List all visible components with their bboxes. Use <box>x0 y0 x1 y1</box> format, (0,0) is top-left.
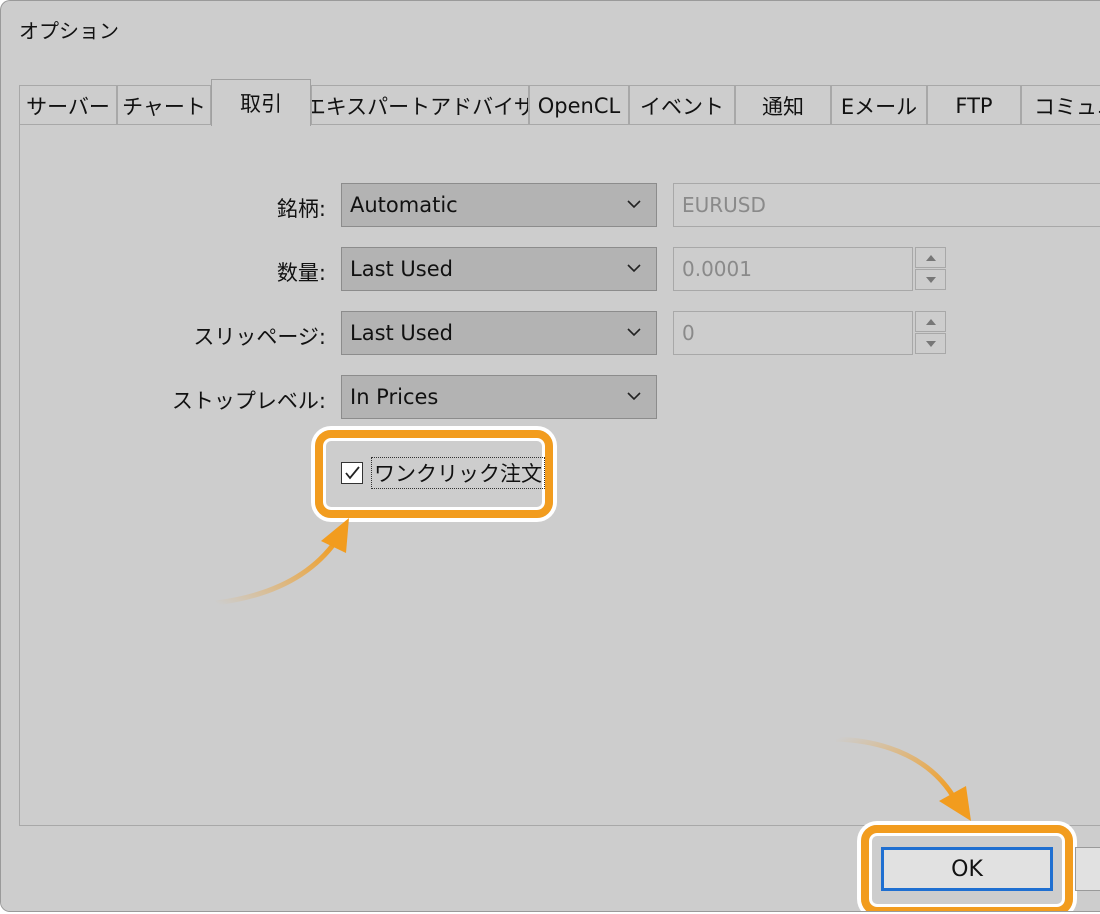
tab-chart[interactable]: チャート <box>117 85 211 125</box>
oneclick-checkbox[interactable] <box>341 462 363 484</box>
chevron-down-icon <box>627 328 641 337</box>
tab-server[interactable]: サーバー <box>19 85 117 125</box>
spin-down-button[interactable] <box>915 333 946 354</box>
chevron-down-icon <box>627 200 641 209</box>
volume-spinner[interactable] <box>915 247 946 291</box>
tab-bar: サーバー チャート 取引 エキスパートアドバイザ OpenCL イベント 通知 … <box>19 79 1100 126</box>
symbol-label: 銘柄: <box>276 197 326 221</box>
tab-ftp[interactable]: FTP <box>927 85 1021 125</box>
tab-expert-advisors[interactable]: エキスパートアドバイザ <box>311 85 529 125</box>
oneclick-checkbox-row[interactable]: ワンクリック注文 <box>341 457 545 489</box>
stoplevel-label: ストップレベル: <box>171 389 326 413</box>
slippage-label: スリッページ: <box>193 325 326 349</box>
symbol-select[interactable]: Automatic <box>341 183 657 227</box>
arrow-down-icon <box>925 276 936 283</box>
volume-select[interactable]: Last Used <box>341 247 657 291</box>
volume-select-value: Last Used <box>350 257 453 281</box>
slippage-field[interactable]: 0 <box>673 311 913 355</box>
stoplevel-select-value: In Prices <box>350 385 439 409</box>
slippage-spinner[interactable] <box>915 311 946 355</box>
tab-email[interactable]: Eメール <box>831 85 927 125</box>
ok-button[interactable]: OK <box>881 847 1053 891</box>
arrow-up-icon <box>925 254 936 261</box>
tab-opencl[interactable]: OpenCL <box>529 85 629 125</box>
chevron-down-icon <box>627 264 641 273</box>
spin-up-button[interactable] <box>915 247 946 268</box>
spin-up-button[interactable] <box>915 311 946 332</box>
checkmark-icon <box>345 466 360 480</box>
tab-trade[interactable]: 取引 <box>211 79 311 126</box>
symbol-field[interactable]: EURUSD <box>673 183 1100 227</box>
cancel-button[interactable] <box>1075 847 1100 891</box>
pointer-arrow-icon <box>835 736 971 821</box>
oneclick-label: ワンクリック注文 <box>371 457 545 489</box>
tab-notifications[interactable]: 通知 <box>735 85 831 125</box>
arrow-up-icon <box>925 318 936 325</box>
spin-down-button[interactable] <box>915 269 946 290</box>
slippage-select-value: Last Used <box>350 321 453 345</box>
symbol-select-value: Automatic <box>350 193 458 217</box>
dialog-title: オプション <box>19 19 119 43</box>
arrow-down-icon <box>925 340 936 347</box>
tab-events[interactable]: イベント <box>629 85 735 125</box>
options-dialog: オプション サーバー チャート 取引 エキスパートアドバイザ OpenCL イベ… <box>0 0 1100 912</box>
volume-label: 数量: <box>276 261 326 285</box>
chevron-down-icon <box>627 392 641 401</box>
slippage-select[interactable]: Last Used <box>341 311 657 355</box>
volume-field[interactable]: 0.0001 <box>673 247 913 291</box>
trade-settings-panel <box>19 124 1100 826</box>
stoplevel-select[interactable]: In Prices <box>341 375 657 419</box>
tab-community[interactable]: コミュニ <box>1021 85 1100 125</box>
pointer-arrow-icon <box>215 518 349 606</box>
